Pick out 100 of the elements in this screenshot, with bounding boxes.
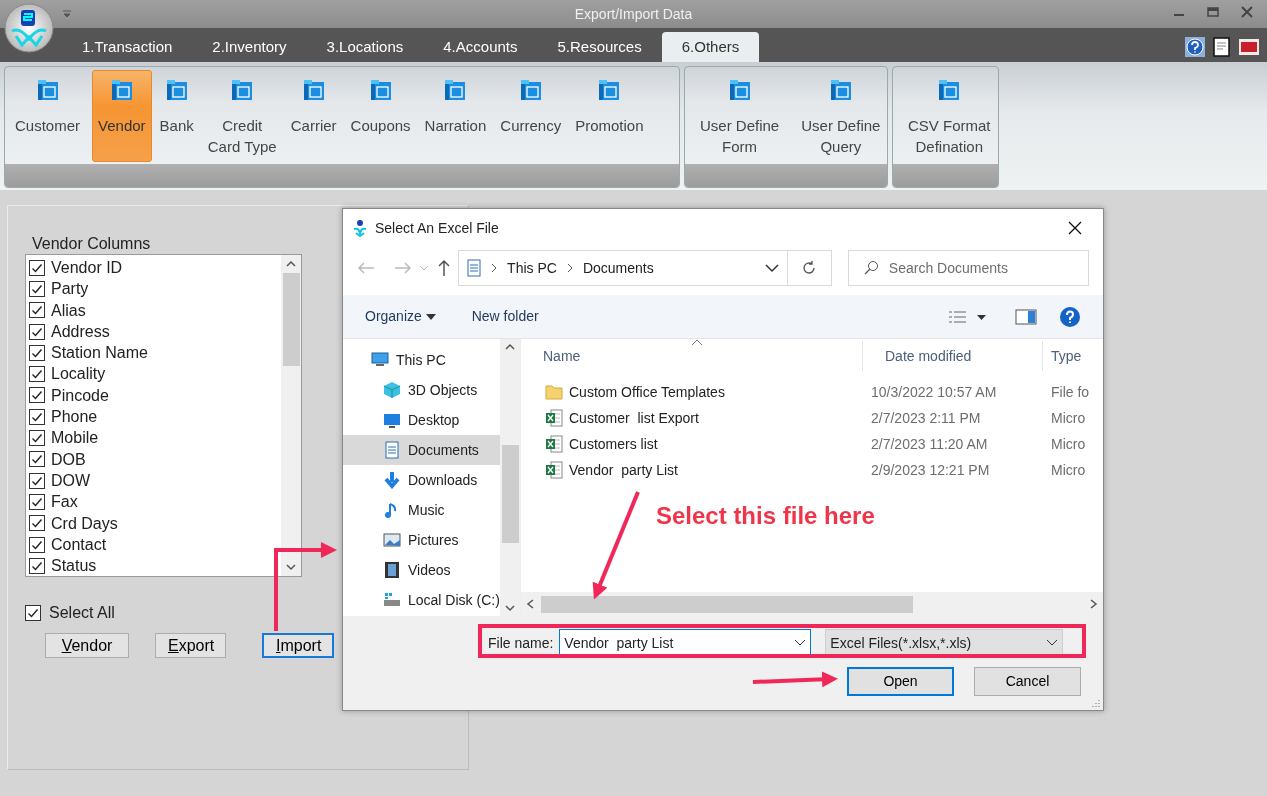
menu-tab[interactable]: 6.Others xyxy=(661,32,760,62)
checkbox[interactable] xyxy=(29,472,45,489)
maximize-icon[interactable] xyxy=(1207,6,1219,18)
ribbon-button[interactable]: Credit Card Type xyxy=(201,70,283,162)
ribbon-button[interactable]: Bank xyxy=(153,70,200,162)
column-option[interactable]: DOB xyxy=(51,448,86,470)
column-option[interactable]: Fax xyxy=(51,491,78,513)
nav-item[interactable]: Documents xyxy=(343,435,500,465)
checkbox[interactable] xyxy=(29,557,45,574)
menu-tab[interactable]: 4.Accounts xyxy=(423,32,538,62)
logo-icon[interactable] xyxy=(4,3,54,53)
column-header[interactable]: Type xyxy=(1043,341,1103,371)
file-name[interactable]: Customers list xyxy=(569,433,658,455)
checkbox[interactable] xyxy=(29,493,45,510)
ribbon-button[interactable]: User Define Form xyxy=(689,70,791,162)
preview-pane-icon[interactable] xyxy=(1015,308,1037,325)
checkbox[interactable] xyxy=(29,515,45,532)
ribbon-button[interactable]: Narration xyxy=(418,70,493,162)
nav-item[interactable]: Downloads xyxy=(343,465,500,495)
dropdown-icon[interactable] xyxy=(794,639,807,647)
column-option[interactable]: Locality xyxy=(51,363,106,385)
scroll-thumb[interactable] xyxy=(282,273,300,366)
toolbar-button[interactable]: New folder xyxy=(471,306,539,327)
refresh-button[interactable] xyxy=(788,250,832,286)
column-option[interactable]: Station Name xyxy=(51,342,148,364)
menu-tab[interactable]: 2.Inventory xyxy=(192,32,307,62)
view-options-icon[interactable] xyxy=(947,308,989,325)
column-header[interactable]: Name xyxy=(521,341,863,371)
ribbon-button[interactable]: User Define Query xyxy=(790,70,892,162)
ribbon-button[interactable]: CSV Format Defination xyxy=(897,70,1002,162)
column-header[interactable]: Date modified xyxy=(863,341,1043,371)
column-option[interactable]: Mobile xyxy=(51,427,99,449)
close-icon[interactable] xyxy=(1067,220,1083,236)
nav-item[interactable]: Local Disk (C:) xyxy=(343,585,500,615)
breadcrumb-item[interactable]: This PC xyxy=(507,257,557,279)
help-icon[interactable] xyxy=(1185,37,1205,57)
file-name-field[interactable]: Vendor party List xyxy=(559,629,812,657)
checkbox[interactable] xyxy=(29,344,45,361)
checkbox[interactable] xyxy=(29,451,45,468)
action-button[interactable]: Vendor xyxy=(45,633,129,658)
scrollbar[interactable] xyxy=(521,592,1103,616)
column-option[interactable]: Phone xyxy=(51,406,98,428)
checkbox[interactable] xyxy=(25,605,41,621)
breadcrumb-item[interactable]: Documents xyxy=(582,257,654,279)
menu-tab[interactable]: 5.Resources xyxy=(537,32,662,62)
menu-tab[interactable]: 1.Transaction xyxy=(62,32,193,62)
help-icon[interactable] xyxy=(1059,305,1081,328)
nav-item[interactable]: Desktop xyxy=(343,405,500,435)
checkbox[interactable] xyxy=(29,302,45,319)
ribbon-button[interactable]: Customer xyxy=(9,70,87,162)
ribbon-button[interactable]: Currency xyxy=(494,70,568,162)
column-option[interactable]: Vendor ID xyxy=(51,257,123,279)
exit-icon[interactable] xyxy=(1239,39,1259,55)
scroll-thumb[interactable] xyxy=(541,595,913,613)
dialog-button[interactable]: Cancel xyxy=(974,667,1081,696)
document-icon[interactable] xyxy=(1213,37,1231,57)
nav-item[interactable]: Videos xyxy=(343,555,500,585)
quick-access-icon[interactable] xyxy=(62,10,72,18)
scrollbar[interactable] xyxy=(281,255,301,576)
file-name[interactable]: Vendor party List xyxy=(569,459,678,481)
nav-item[interactable]: This PC xyxy=(343,345,500,375)
column-option[interactable]: Crd Days xyxy=(51,512,118,534)
ribbon-button[interactable]: Vendor xyxy=(92,70,152,162)
scroll-thumb[interactable] xyxy=(501,445,519,543)
column-option[interactable]: Address xyxy=(51,320,110,343)
address-bar[interactable]: This PC Documents xyxy=(458,250,789,286)
file-name[interactable]: Custom Office Templates xyxy=(569,381,725,403)
nav-item[interactable]: Music xyxy=(343,495,500,525)
file-type-dropdown[interactable]: Excel Files(*.xlsx,*.xls) xyxy=(825,629,1064,657)
dropdown-icon[interactable] xyxy=(765,263,780,273)
ribbon-button[interactable]: Promotion xyxy=(569,70,650,162)
column-option[interactable]: Pincode xyxy=(51,384,109,407)
checkbox[interactable] xyxy=(29,536,45,553)
up-arrow-icon[interactable] xyxy=(436,259,451,277)
checkbox[interactable] xyxy=(29,366,45,383)
select-all-label[interactable]: Select All xyxy=(49,601,115,625)
checkbox[interactable] xyxy=(29,408,45,425)
sort-caret-icon[interactable] xyxy=(691,338,703,346)
scrollbar[interactable] xyxy=(500,339,520,616)
file-name[interactable]: Customer list Export xyxy=(569,407,699,429)
column-option[interactable]: Contact xyxy=(51,533,107,556)
resize-grip-icon[interactable] xyxy=(1091,698,1101,708)
toolbar-button[interactable]: Organize xyxy=(365,306,436,327)
action-button[interactable]: Export xyxy=(155,633,226,658)
checkbox[interactable] xyxy=(29,430,45,446)
dialog-button[interactable]: Open xyxy=(847,667,954,696)
checkbox[interactable] xyxy=(29,280,45,297)
ribbon-button[interactable]: Carrier xyxy=(284,70,343,162)
column-option[interactable]: Party xyxy=(51,278,89,300)
ribbon-button[interactable]: Coupons xyxy=(344,70,417,162)
checkbox[interactable] xyxy=(29,323,45,340)
search-field[interactable]: Search Documents xyxy=(847,250,1089,286)
nav-item[interactable]: Pictures xyxy=(343,525,500,555)
nav-item[interactable]: 3D Objects xyxy=(343,375,500,405)
menu-tab[interactable]: 3.Locations xyxy=(306,32,424,62)
column-option[interactable]: Alias xyxy=(51,299,86,321)
action-button[interactable]: Import xyxy=(262,633,334,658)
column-option[interactable]: DOW xyxy=(51,469,91,492)
checkbox[interactable] xyxy=(29,259,45,276)
checkbox[interactable] xyxy=(29,387,45,404)
